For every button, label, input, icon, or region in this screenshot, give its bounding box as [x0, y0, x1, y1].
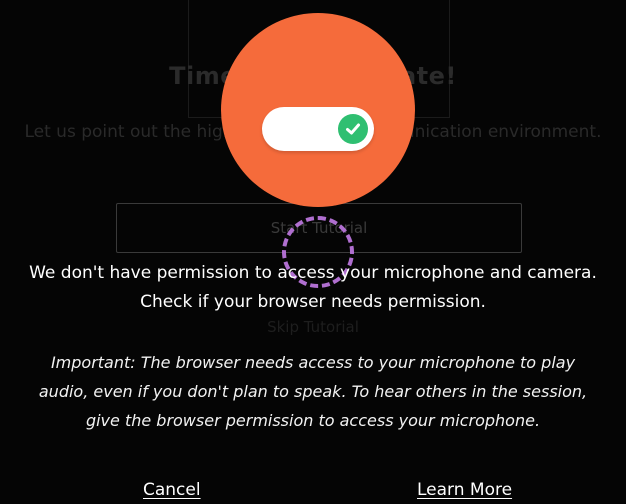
permission-illustration — [221, 13, 415, 207]
permission-message-line-1: We don't have permission to access your … — [29, 263, 597, 283]
checkmark-icon — [346, 123, 360, 135]
important-note: Important: The browser needs access to y… — [38, 353, 588, 430]
skip-tutorial-link: Skip Tutorial — [267, 318, 359, 336]
learn-more-link[interactable]: Learn More — [417, 480, 512, 500]
toggle-knob — [338, 114, 368, 144]
permission-toggle-illustration — [262, 107, 374, 151]
cancel-link[interactable]: Cancel — [143, 480, 201, 500]
permission-message-line-2: Check if your browser needs permission. — [140, 292, 486, 312]
permission-dialog: Time to Collaborate! Let us point out th… — [0, 0, 626, 504]
